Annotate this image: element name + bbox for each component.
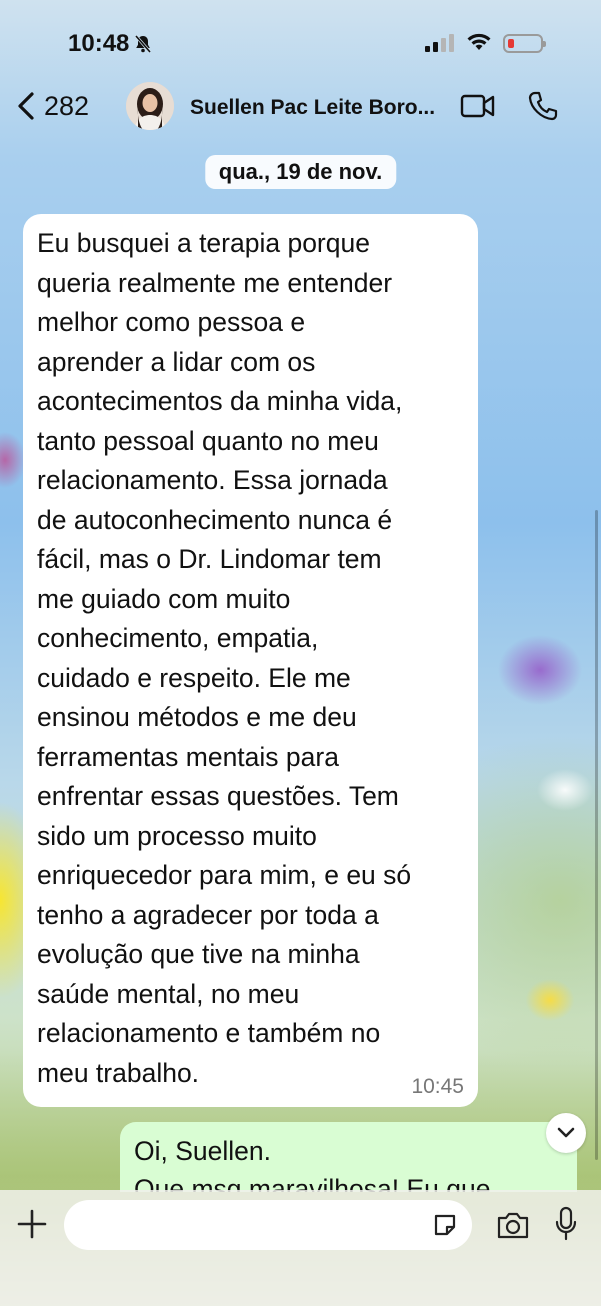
incoming-message-bubble[interactable]: Eu busquei a terapia porque queria realm… — [23, 214, 478, 1107]
signal-icon — [425, 34, 454, 52]
status-bar: 10:48 — [0, 0, 601, 80]
contact-name[interactable]: Suellen Pac Leite Boro... — [190, 96, 435, 120]
date-separator: qua., 19 de nov. — [204, 155, 397, 189]
message-text: Eu busquei a terapia porque queria realm… — [37, 228, 412, 1088]
message-timestamp: 10:45 — [411, 1075, 464, 1098]
scroll-to-bottom-button[interactable] — [546, 1113, 586, 1153]
status-time-group: 10:48 — [68, 30, 153, 58]
wifi-icon — [467, 33, 491, 50]
message-text: Oi, Suellen. Que msg maravilhosa! Eu que — [134, 1136, 491, 1192]
plus-icon[interactable] — [16, 1208, 48, 1240]
video-call-icon[interactable] — [460, 92, 496, 120]
message-input-container — [64, 1200, 472, 1250]
back-chevron-icon — [18, 92, 34, 120]
phone-icon[interactable] — [528, 90, 558, 122]
message-input[interactable] — [64, 1200, 404, 1250]
scrollbar[interactable] — [595, 510, 598, 1160]
status-time: 10:48 — [68, 30, 130, 57]
avatar[interactable] — [126, 82, 174, 130]
microphone-icon[interactable] — [554, 1206, 578, 1242]
back-button[interactable]: 282 — [14, 88, 89, 124]
sticker-icon[interactable] — [432, 1212, 458, 1238]
unread-count: 282 — [44, 90, 90, 121]
message-composer — [0, 1190, 601, 1306]
battery-low-icon — [503, 34, 546, 53]
camera-icon[interactable] — [496, 1210, 530, 1240]
outgoing-message-bubble[interactable]: Oi, Suellen. Que msg maravilhosa! Eu que — [120, 1122, 577, 1192]
chevron-down-icon — [557, 1127, 575, 1138]
chat-header: 282 Suellen Pac Leite Boro... — [0, 80, 601, 136]
avatar-image — [126, 82, 174, 130]
bell-off-icon — [135, 35, 152, 53]
